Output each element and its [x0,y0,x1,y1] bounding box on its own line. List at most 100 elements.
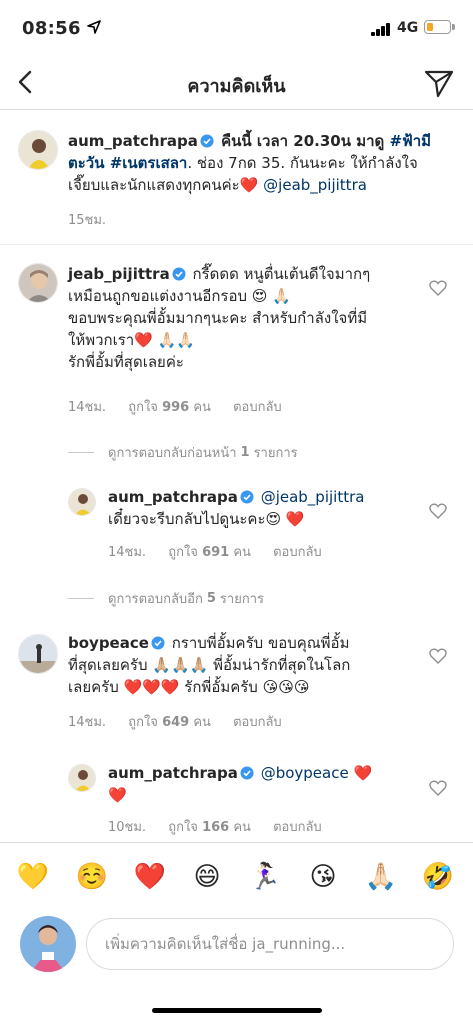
status-bar: 08:56 4G [0,0,473,56]
emoji-quick-bar: 💛 ☺️ ❤️ 😄 🏃🏻‍♀️ 😘 🙏🏻 🤣 [0,842,473,910]
reply-button[interactable]: ตอบกลับ [273,545,322,560]
like-heart-icon[interactable] [429,280,447,296]
likes-number: 996 [162,400,190,415]
direct-send-icon[interactable] [423,67,455,99]
network-type: 4G [397,20,419,36]
emoji-grinning[interactable]: 😄 [190,860,224,894]
view-more-label: ดูการตอบกลับอีก [108,592,203,607]
caption-text: aum_patchrapa คืนนี้ เวลา 20.30น มาดู #ฟ… [68,130,458,196]
comment-line: ที่สุดเลยครับ 🙏🏼🙏🏼🙏🏼 พี่อั้มน่ารักที่สุด… [68,656,351,674]
reply-meta: 10ชม. ถูกใจ 166 คน ตอบกลับ [108,816,340,837]
likes-suffix: คน [233,820,251,835]
reply-button[interactable]: ตอบกลับ [233,400,282,415]
emoji-pray[interactable]: 🙏🏻 [364,860,398,894]
comment-line: รักพี่อั้มที่สุดเลยค่ะ [68,353,184,371]
emoji-smiling[interactable]: ☺️ [75,860,109,894]
verified-badge-icon [240,490,254,504]
battery-tip [452,24,455,30]
verified-badge-icon [151,636,165,650]
view-previous-suffix: รายการ [253,446,298,461]
comment-time: 14ชม. [68,715,107,730]
likes-suffix: คน [193,400,211,415]
reply-username[interactable]: aum_patchrapa [108,764,238,782]
comment-time: 14ชม. [68,400,107,415]
divider-line [68,452,94,453]
likes-suffix: คน [193,715,211,730]
comment-meta: 14ชม. ถูกใจ 996 คน ตอบกลับ [68,396,300,417]
caption-time: 15ชม. [68,213,107,228]
location-arrow-icon [87,20,101,34]
mention-link[interactable]: @jeab_pijittra [263,176,367,194]
emoji-runner[interactable]: 🏃🏻‍♀️ [248,860,282,894]
reply-meta: 14ชม. ถูกใจ 691 คน ตอบกลับ [108,541,340,562]
avatar[interactable] [18,130,58,170]
view-more-count: 5 [206,591,216,606]
avatar[interactable] [68,764,96,792]
caption-username[interactable]: aum_patchrapa [68,132,198,150]
verified-badge-icon [240,766,254,780]
likes-prefix: ถูกใจ [168,820,198,835]
comment-line: เหมือนถูกขอแต่งงานอีกรอบ 😍 🙏🏻 [68,287,291,305]
comment-line: เลยครับ ❤️❤️❤️ รักพี่อั้มครับ 😘😘😘 [68,678,310,696]
like-heart-icon[interactable] [429,503,447,519]
reply-button[interactable]: ตอบกลับ [233,715,282,730]
reply-time: 10ชม. [108,820,147,835]
reply-button[interactable]: ตอบกลับ [273,820,322,835]
mention-link[interactable]: @boypeace [256,764,349,782]
comment-input-row [0,910,473,980]
like-heart-icon[interactable] [429,648,447,664]
reply-username[interactable]: aum_patchrapa [108,488,238,506]
avatar-image [19,635,57,673]
post-caption: aum_patchrapa คืนนี้ เวลา 20.30น มาดู #ฟ… [0,110,473,245]
comment-line: ให้พวกเรา❤️ 🙏🏻🙏🏻 [68,331,196,349]
like-count[interactable]: ถูกใจ 649 คน [128,715,211,730]
emoji-rofl[interactable]: 🤣 [421,860,455,894]
avatar[interactable] [18,634,58,674]
caption-meta: 15ชม. [68,209,124,230]
avatar[interactable] [68,488,96,516]
hashtag-link-2[interactable]: ตะวัน #เนตรเสลา [68,154,187,172]
view-previous-count: 1 [240,445,250,460]
avatar-image [20,916,76,972]
reply-time: 14ชม. [108,545,147,560]
emoji-yellow-heart[interactable]: 💛 [16,860,50,894]
comment-input[interactable] [86,918,454,970]
comment-line: กรี๊ดดด หนูตื่นเต้นดีใจมากๆ [187,265,371,283]
comment-username[interactable]: jeab_pijittra [68,265,170,283]
comment-text: jeab_pijittra กรี๊ดดด หนูตื่นเต้นดีใจมาก… [68,263,418,373]
reply-text: aum_patchrapa @jeab_pijittra เดี๋ยวจะรีบ… [108,486,418,530]
comment-username[interactable]: boypeace [68,634,149,652]
comment-item: boypeace กราบพี่อั้มครับ ขอบคุณพี่อั้ม ท… [0,618,473,748]
like-heart-icon[interactable] [429,780,447,796]
view-previous-label: ดูการตอบกลับก่อนหน้า [108,446,237,461]
like-count[interactable]: ถูกใจ 166 คน [168,820,251,835]
comment-line: ขอบพระคุณพี่อั้มมากๆนะคะ สำหรับกำลังใจที… [68,309,368,327]
view-previous-replies[interactable]: ดูการตอบกลับก่อนหน้า 1 รายการ [68,442,298,463]
current-user-avatar [20,916,76,972]
reply-line: เดี๋ยวจะรีบกลับไปดูนะคะ😍 ❤️ [108,510,305,528]
caption-text-b: . ช่อง 7กด 35. กันนะคะ ให้กำลังใจ [187,154,418,172]
likes-number: 691 [202,545,230,560]
likes-prefix: ถูกใจ [128,400,158,415]
battery-icon [424,20,451,34]
like-count[interactable]: ถูกใจ 691 คน [168,545,251,560]
signal-icon [371,23,391,36]
reply-line: ❤️ [108,786,127,804]
avatar[interactable] [18,263,58,303]
mention-link[interactable]: @jeab_pijittra [256,488,365,506]
hashtag-link[interactable]: #ฟ้ามี [390,132,432,150]
emoji-red-heart[interactable]: ❤️ [133,860,167,894]
avatar-image [69,489,95,515]
comment-meta: 14ชม. ถูกใจ 649 คน ตอบกลับ [68,711,300,732]
view-more-replies[interactable]: ดูการตอบกลับอีก 5 รายการ [68,588,264,609]
verified-badge-icon [200,134,214,148]
like-count[interactable]: ถูกใจ 996 คน [128,400,211,415]
avatar-image [19,264,57,302]
likes-number: 649 [162,715,190,730]
comment-item: jeab_pijittra กรี๊ดดด หนูตื่นเต้นดีใจมาก… [0,245,473,425]
emoji-kiss[interactable]: 😘 [306,860,340,894]
reply-item: aum_patchrapa @jeab_pijittra เดี๋ยวจะรีบ… [0,478,473,578]
likes-prefix: ถูกใจ [168,545,198,560]
reply-heart-emoji: ❤️ [348,764,373,782]
divider-line [68,598,94,599]
